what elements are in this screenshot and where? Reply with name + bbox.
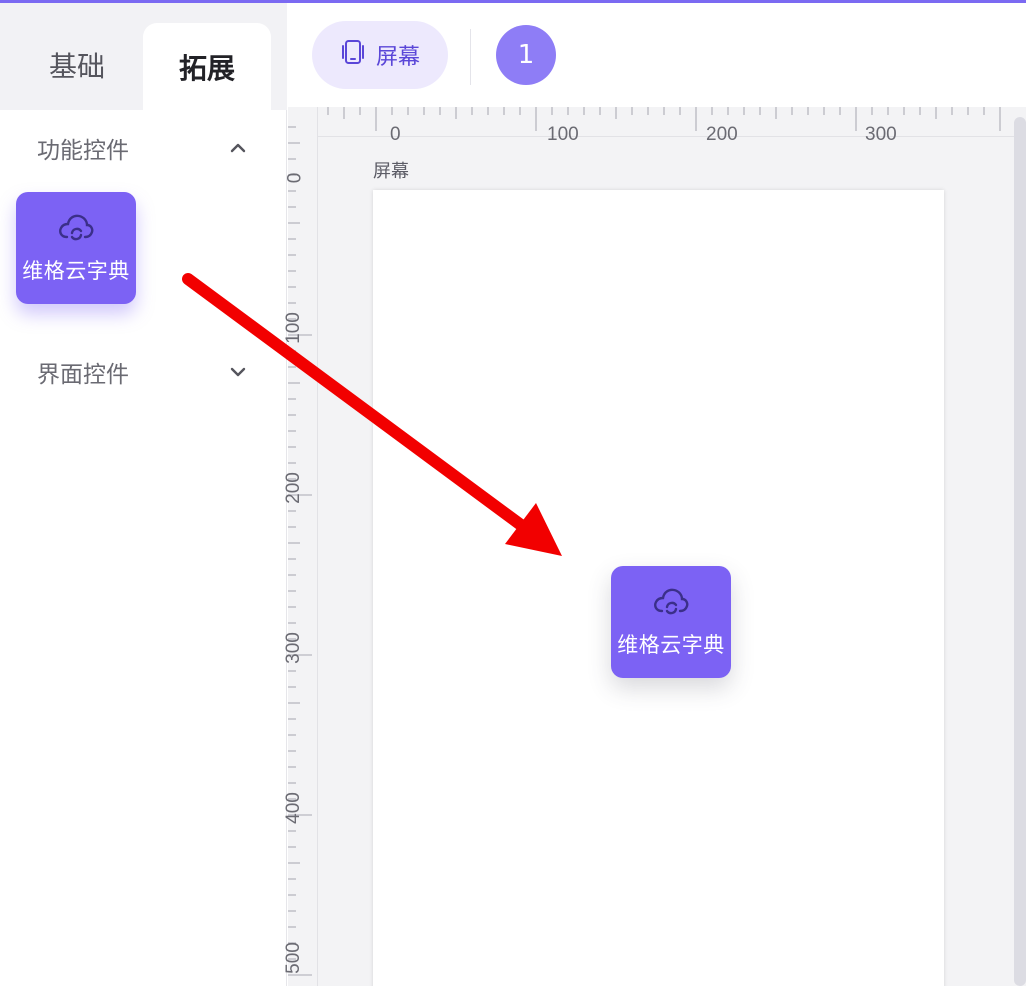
widget-label: 维格云字典 <box>22 259 130 283</box>
page-number-badge[interactable]: 1 <box>496 25 556 85</box>
ruler-label: 500 <box>282 942 304 974</box>
ruler-label: 200 <box>282 472 304 504</box>
section-function-controls[interactable]: 功能控件 <box>0 124 287 172</box>
section-interface-controls[interactable]: 界面控件 <box>0 348 287 396</box>
ruler-label: 400 <box>282 792 304 824</box>
ruler-label: 200 <box>706 124 738 145</box>
widget-label: 维格云字典 <box>617 633 725 657</box>
cloud-sync-icon <box>651 585 691 619</box>
horizontal-ruler: 0 100 200 300 <box>288 107 1026 145</box>
cloud-sync-icon <box>56 211 96 245</box>
ruler-label: 300 <box>282 632 304 664</box>
dropped-widget-cloud-dictionary[interactable]: 维格云字典 <box>611 566 731 678</box>
toolbar-divider <box>470 29 471 85</box>
screen-button[interactable]: 屏幕 <box>312 21 448 89</box>
chevron-up-icon[interactable] <box>226 136 250 160</box>
vertical-ruler: 0 100 200 300 400 500 <box>283 107 318 986</box>
canvas-toolbar: 屏幕 1 <box>288 3 1026 107</box>
ruler-label: 100 <box>547 124 579 145</box>
panel-tabs: 基础 拓展 <box>0 3 287 110</box>
ruler-label: 300 <box>865 124 897 145</box>
canvas-workspace[interactable]: 0 100 200 300 0 100 200 300 400 500 屏幕 <box>283 107 1026 986</box>
section-label: 界面控件 <box>37 362 129 388</box>
section-label: 功能控件 <box>37 138 129 164</box>
ruler-ticks-left <box>288 126 312 976</box>
vertical-scrollbar[interactable] <box>1014 117 1026 986</box>
chevron-down-icon[interactable] <box>226 360 250 384</box>
ruler-label: 0 <box>390 124 401 145</box>
tab-basic[interactable]: 基础 <box>18 23 136 107</box>
phone-icon <box>340 38 366 72</box>
screen-title: 屏幕 <box>373 161 409 182</box>
ruler-label: 0 <box>284 172 306 184</box>
screen-button-label: 屏幕 <box>375 45 420 70</box>
ruler-label: 100 <box>282 312 304 344</box>
component-panel: 基础 拓展 功能控件 维格云字典 界面控件 <box>0 3 287 986</box>
tab-extension[interactable]: 拓展 <box>143 23 271 110</box>
app-root: 基础 拓展 功能控件 维格云字典 界面控件 屏幕 1 0 100 200 300… <box>0 0 1026 986</box>
widget-cloud-dictionary[interactable]: 维格云字典 <box>16 192 136 304</box>
